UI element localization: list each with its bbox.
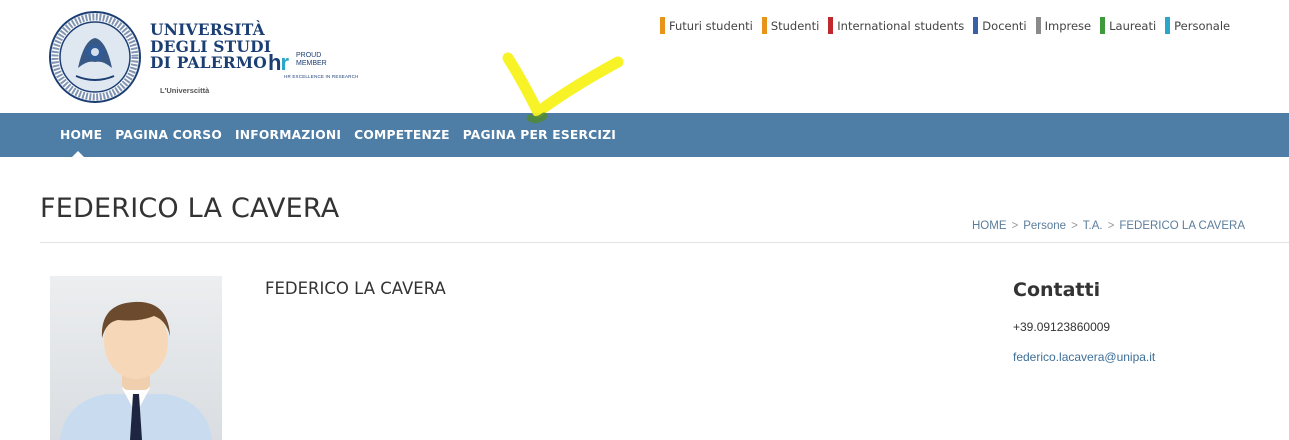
hr-text-line: MEMBER <box>296 60 327 67</box>
university-name-line: DI PALERMO <box>150 53 267 72</box>
page-title: FEDERICO LA CAVERA <box>40 193 340 224</box>
audience-link-label: Laureati <box>1109 18 1157 33</box>
audience-color-bar <box>660 17 665 34</box>
nav-item-competenze[interactable]: COMPETENZE <box>354 128 450 142</box>
audience-link-label: Docenti <box>982 18 1027 33</box>
audience-link-imprese[interactable]: Imprese <box>1035 17 1092 34</box>
audience-color-bar <box>1035 17 1041 34</box>
breadcrumb-separator: > <box>1071 220 1078 232</box>
audience-color-bar <box>828 17 834 34</box>
active-nav-indicator <box>72 151 84 157</box>
university-seal-logo[interactable] <box>48 10 142 104</box>
phone-number: +39.09123860009 <box>1013 320 1111 334</box>
breadcrumb-separator: > <box>1107 220 1115 232</box>
checkmark-annotation-icon <box>502 52 624 124</box>
hr-logo-icon: hr <box>268 50 289 75</box>
hr-excellence-badge[interactable]: hr PROUD MEMBER HR EXCELLENCE IN RESEARC… <box>268 48 358 88</box>
audience-color-bar <box>1165 17 1171 34</box>
hr-proud-member-text: PROUD MEMBER <box>296 52 327 68</box>
audience-link-personale[interactable]: Personale <box>1165 17 1230 34</box>
audience-color-bar <box>761 17 767 34</box>
audience-link-label: Futuri studenti <box>669 18 753 33</box>
audience-link-label: International students <box>837 18 965 33</box>
breadcrumb-item-ta[interactable]: T.A. <box>1083 220 1103 232</box>
audience-link-label: Studenti <box>770 18 820 33</box>
main-nav: HOME PAGINA CORSO INFORMAZIONI COMPETENZ… <box>0 113 1289 157</box>
contacts-title: Contatti <box>1013 279 1101 301</box>
person-name: FEDERICO LA CAVERA <box>265 279 446 298</box>
person-placeholder-icon <box>60 301 212 440</box>
breadcrumb-item-home[interactable]: HOME <box>972 220 1007 232</box>
audience-links: Futuri studenti Studenti International s… <box>660 17 1239 34</box>
breadcrumb-separator: > <box>1011 220 1019 232</box>
university-tagline: L'Universcittà <box>160 86 210 95</box>
breadcrumb: HOME > Persone > T.A. > FEDERICO LA CAVERA <box>972 220 1245 232</box>
audience-link-laureati[interactable]: Laureati <box>1100 17 1156 34</box>
audience-link-studenti[interactable]: Studenti <box>761 17 820 34</box>
nav-item-informazioni[interactable]: INFORMAZIONI <box>235 128 341 142</box>
audience-color-bar <box>973 17 979 34</box>
hr-text-line: PROUD <box>296 52 322 59</box>
audience-link-label: Personale <box>1174 18 1231 33</box>
site-header: UNIVERSITÀ DEGLI STUDI DI PALERMO L'Univ… <box>0 0 1289 113</box>
breadcrumb-item-persone[interactable]: Persone <box>1023 220 1066 232</box>
nav-item-pagina-per-esercizi[interactable]: PAGINA PER ESERCIZI <box>463 128 616 142</box>
avatar <box>50 276 222 440</box>
nav-item-home[interactable]: HOME <box>60 128 102 142</box>
title-divider <box>40 242 1289 243</box>
audience-link-international-students[interactable]: International students <box>828 17 964 34</box>
university-name[interactable]: UNIVERSITÀ DEGLI STUDI DI PALERMO <box>150 21 271 72</box>
hr-tagline: HR EXCELLENCE IN RESEARCH <box>284 74 359 79</box>
audience-link-docenti[interactable]: Docenti <box>973 17 1027 34</box>
nav-item-pagina-corso[interactable]: PAGINA CORSO <box>115 128 222 142</box>
audience-link-label: Imprese <box>1044 18 1092 33</box>
email-link[interactable]: federico.lacavera@unipa.it <box>1013 350 1155 364</box>
breadcrumb-item-current: FEDERICO LA CAVERA <box>1119 220 1245 232</box>
audience-color-bar <box>1100 17 1106 34</box>
audience-link-futuri-studenti[interactable]: Futuri studenti <box>660 17 753 34</box>
